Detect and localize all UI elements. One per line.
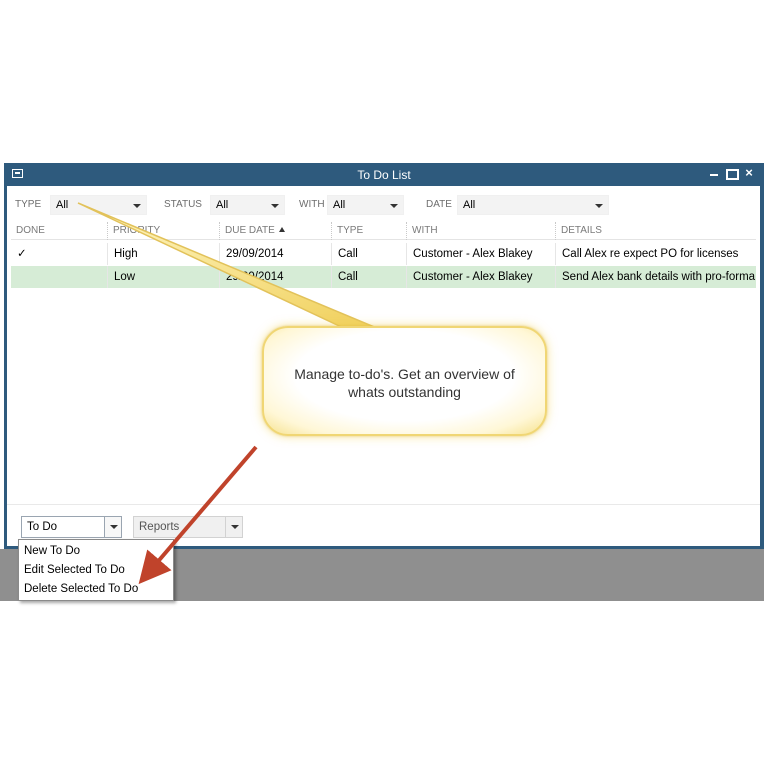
chevron-down-icon [133, 204, 141, 208]
column-header-type[interactable]: TYPE [331, 222, 406, 240]
date-filter-label: DATE [426, 199, 452, 210]
type-filter-select[interactable]: All [50, 195, 147, 215]
filter-bar: TYPE All STATUS All WITH All DATE All [7, 194, 760, 216]
column-header-priority[interactable]: PRIORITY [107, 222, 219, 240]
status-filter-select[interactable]: All [210, 195, 285, 215]
date-filter-select[interactable]: All [457, 195, 609, 215]
callout-text-line-1: Manage to-do's. Get an overview of [294, 366, 515, 382]
date-filter-value: All [463, 199, 476, 211]
menu-item-edit-selected-todo[interactable]: Edit Selected To Do [24, 561, 125, 579]
chevron-down-icon [390, 204, 398, 208]
chevron-down-icon [271, 204, 279, 208]
todo-menu-button-label: To Do [27, 521, 58, 533]
table-row-selected[interactable]: Low 29/09/2014 Call Customer - Alex Blak… [11, 266, 756, 288]
todo-menu-button[interactable]: To Do [21, 516, 122, 538]
cell-details: Send Alex bank details with pro-forma [555, 266, 756, 288]
cell-type: Call [331, 266, 406, 288]
cell-done[interactable]: ✓ [11, 243, 107, 265]
title-bar[interactable]: To Do List × [4, 163, 764, 186]
menu-item-delete-selected-todo[interactable]: Delete Selected To Do [24, 580, 138, 598]
cell-details: Call Alex re expect PO for licenses [555, 243, 756, 265]
reports-menu-button[interactable]: Reports [133, 516, 243, 538]
sort-ascending-icon [278, 227, 285, 232]
type-filter-label: TYPE [15, 199, 42, 210]
column-header-done[interactable]: DONE [11, 222, 107, 240]
callout-bubble: Manage to-do's. Get an overview of whats… [262, 326, 547, 436]
maximize-icon[interactable] [724, 165, 739, 181]
column-header-due-date[interactable]: DUE DATE [219, 222, 331, 240]
close-icon[interactable]: × [742, 165, 756, 181]
menu-item-new-todo[interactable]: New To Do [24, 542, 80, 560]
chevron-down-icon[interactable] [225, 517, 242, 537]
cell-due-date: 29/09/2014 [219, 243, 331, 265]
table-header: DONE PRIORITY DUE DATE TYPE WITH DETAILS [11, 222, 756, 240]
status-filter-label: STATUS [164, 199, 202, 210]
status-filter-value: All [216, 199, 229, 211]
with-filter-value: All [333, 199, 346, 211]
cell-done[interactable] [11, 266, 107, 288]
chevron-down-icon [595, 204, 603, 208]
divider [7, 504, 760, 505]
cell-priority: Low [107, 266, 219, 288]
with-filter-label: WITH [299, 199, 325, 210]
cell-priority: High [107, 243, 219, 265]
column-header-due-date-label: DUE DATE [225, 225, 275, 236]
table-row[interactable]: ✓ High 29/09/2014 Call Customer - Alex B… [11, 243, 756, 265]
callout-text-line-2: whats outstanding [348, 384, 461, 400]
type-filter-value: All [56, 199, 69, 211]
cell-with: Customer - Alex Blakey [406, 266, 555, 288]
cell-type: Call [331, 243, 406, 265]
chevron-down-icon[interactable] [104, 517, 121, 537]
column-header-with[interactable]: WITH [406, 222, 555, 240]
stage: To Do List × TYPE All STATUS All WITH Al… [0, 0, 764, 764]
cell-due-date: 29/09/2014 [219, 266, 331, 288]
cell-with: Customer - Alex Blakey [406, 243, 555, 265]
reports-menu-button-label: Reports [139, 521, 180, 533]
todo-dropdown-menu: New To Do Edit Selected To Do Delete Sel… [18, 539, 174, 601]
with-filter-select[interactable]: All [327, 195, 404, 215]
window-title: To Do List [357, 168, 411, 182]
column-header-details[interactable]: DETAILS [555, 222, 756, 240]
minimize-icon[interactable] [707, 165, 721, 181]
